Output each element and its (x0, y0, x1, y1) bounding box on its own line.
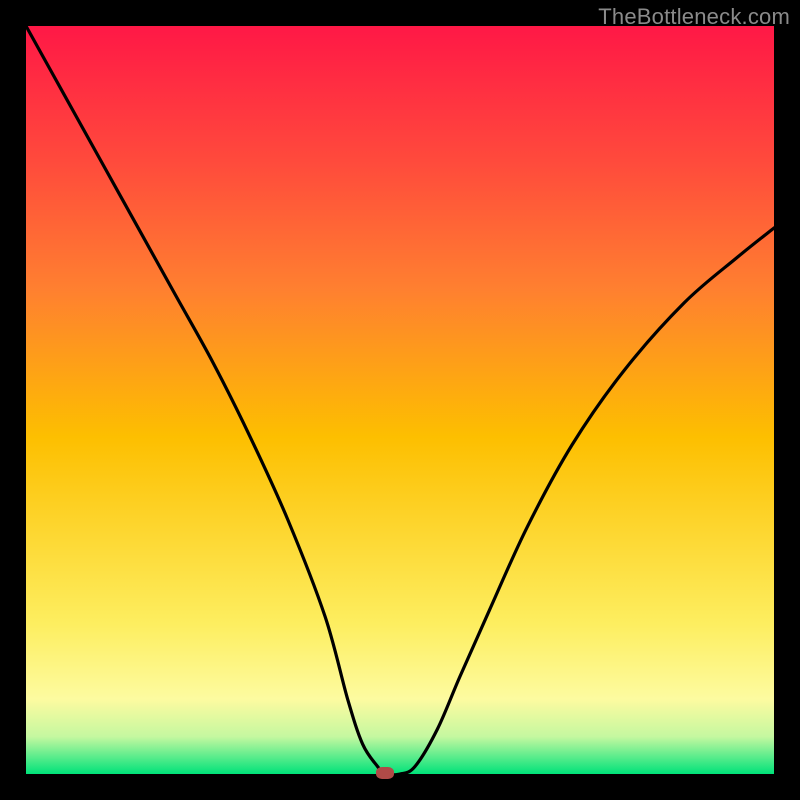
bottleneck-curve (26, 26, 774, 774)
chart-frame: TheBottleneck.com (0, 0, 800, 800)
watermark-label: TheBottleneck.com (598, 4, 790, 30)
curve-path (26, 26, 774, 774)
optimum-marker (376, 767, 394, 779)
plot-area (26, 26, 774, 774)
